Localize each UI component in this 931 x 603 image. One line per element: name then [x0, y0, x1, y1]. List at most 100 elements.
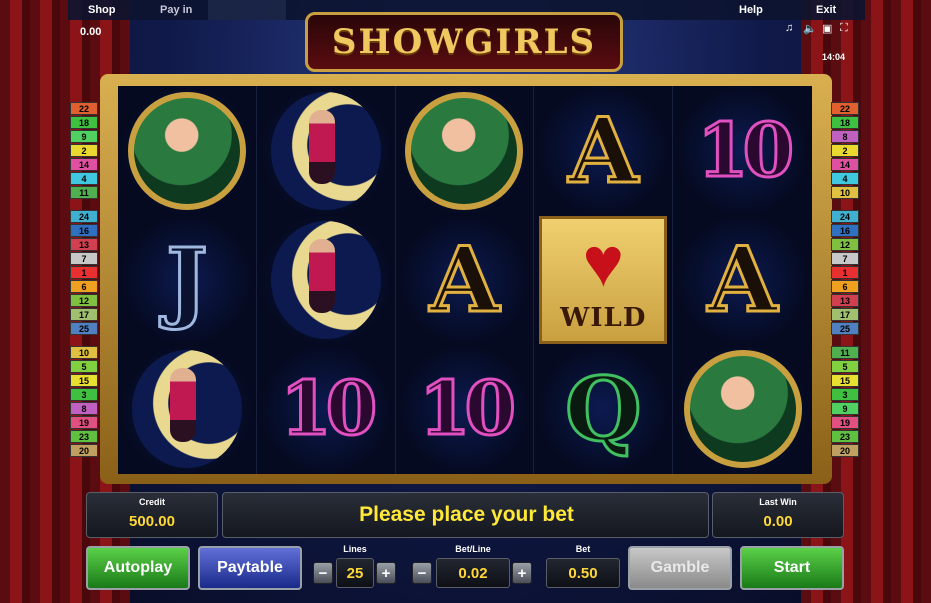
payline-badge: 18	[70, 116, 98, 129]
reel-cell	[673, 344, 812, 474]
symbol-a: A	[706, 225, 779, 334]
payline-badge: 3	[70, 388, 98, 401]
reel-cell	[118, 344, 257, 474]
payline-badge: 11	[70, 186, 98, 199]
reel-cell: A	[395, 215, 535, 345]
exit-button[interactable]: Exit	[816, 4, 836, 16]
betline-plus-button[interactable]: +	[512, 562, 532, 584]
symbol-q: Q	[563, 356, 643, 463]
symbol-a: A	[428, 225, 501, 334]
moon-girl-symbol	[270, 220, 381, 339]
help-button[interactable]: Help	[739, 4, 763, 16]
screen-icon[interactable]: ▣	[822, 22, 832, 35]
payline-badge: 17	[70, 308, 98, 321]
reel-cell	[118, 86, 257, 216]
moon-girl-symbol	[131, 350, 242, 469]
payline-badge: 9	[70, 130, 98, 143]
reel-cell: 10	[395, 344, 535, 474]
payline-badge: 6	[70, 280, 98, 293]
last-win-value: 0.00	[763, 513, 793, 530]
payline-indicators-right: 22 18 8 2 14 4 10 24 16 12 7 1 6 13 17 25 11 5 15 3 9 19 23 20	[831, 102, 859, 458]
reel-cell: A	[534, 86, 674, 216]
lines-minus-button[interactable]: −	[313, 562, 333, 584]
start-button[interactable]: Start	[740, 546, 844, 590]
reel-cell	[256, 215, 396, 345]
symbol-10: 10	[418, 365, 518, 454]
showgirl-medallion-symbol	[405, 91, 524, 210]
clock: 14:04	[822, 52, 846, 62]
payline-badge: 18	[831, 116, 859, 129]
reel-cell: 10	[673, 86, 812, 216]
credit-top-value: 0.00	[80, 26, 102, 38]
payline-badge: 23	[70, 430, 98, 443]
reel-cell: 10	[256, 344, 396, 474]
payline-badge: 1	[70, 266, 98, 279]
payline-badge: 22	[831, 102, 859, 115]
payline-badge: 10	[831, 186, 859, 199]
symbol-j: J	[165, 226, 210, 333]
payline-badge: 6	[831, 280, 859, 293]
bet-value: 0.50	[546, 558, 620, 588]
payline-badge: 10	[70, 346, 98, 359]
heart-icon: ♥	[582, 222, 625, 301]
payline-badge: 19	[70, 416, 98, 429]
payin-button[interactable]: Pay in	[160, 4, 192, 16]
reel-cell	[395, 86, 535, 216]
payline-badge: 5	[831, 360, 859, 373]
payline-badge: 13	[70, 238, 98, 251]
payline-badge: 8	[70, 402, 98, 415]
credit-value: 500.00	[129, 513, 175, 530]
payline-badge: 14	[70, 158, 98, 171]
reel-cell	[256, 86, 396, 216]
payline-badge: 25	[831, 322, 859, 335]
moon-girl-symbol	[270, 91, 381, 210]
payline-badge: 16	[831, 224, 859, 237]
payline-badge: 13	[831, 294, 859, 307]
payline-indicators-left: 22 18 9 2 14 4 11 24 16 13 7 1 6 12 17 25 10 5 15 3 8 19 23 20	[70, 102, 98, 458]
sound-icon[interactable]: 🔈	[803, 22, 817, 35]
symbol-10: 10	[696, 106, 796, 195]
payline-badge: 2	[831, 144, 859, 157]
reel-cell: Q	[534, 344, 674, 474]
payline-badge: 20	[831, 444, 859, 457]
betline-value: 0.02	[436, 558, 510, 588]
payin-tab-bg	[208, 0, 286, 20]
payline-badge: 12	[831, 238, 859, 251]
payline-badge: 17	[831, 308, 859, 321]
payline-badge: 14	[831, 158, 859, 171]
credit-label: Credit	[138, 497, 165, 507]
payline-badge: 4	[70, 172, 98, 185]
reel-grid: A 10 J A ♥ WILD A 10 10 Q	[118, 86, 812, 474]
lines-label: Lines	[343, 544, 367, 554]
betline-label: Bet/Line	[455, 544, 491, 554]
last-win-panel: Last Win 0.00	[712, 492, 844, 538]
payline-badge: 15	[70, 374, 98, 387]
music-icon[interactable]: ♫	[785, 22, 793, 34]
showgirl-medallion-symbol	[127, 91, 246, 210]
payline-badge: 1	[831, 266, 859, 279]
payline-badge: 8	[831, 130, 859, 143]
autoplay-button[interactable]: Autoplay	[86, 546, 190, 590]
payline-badge: 12	[70, 294, 98, 307]
payline-badge: 7	[831, 252, 859, 265]
payline-badge: 24	[831, 210, 859, 223]
game-logo: SHOWGIRLS	[305, 12, 623, 72]
betline-minus-button[interactable]: −	[412, 562, 432, 584]
lines-plus-button[interactable]: +	[376, 562, 396, 584]
paytable-button[interactable]: Paytable	[198, 546, 302, 590]
payline-badge: 2	[70, 144, 98, 157]
wild-label: WILD	[560, 302, 647, 333]
fullscreen-icon[interactable]: ⛶	[840, 22, 848, 35]
payline-badge: 22	[70, 102, 98, 115]
gamble-button[interactable]: Gamble	[628, 546, 732, 590]
payline-badge: 3	[831, 388, 859, 401]
payline-badge: 9	[831, 402, 859, 415]
shop-button[interactable]: Shop	[88, 4, 116, 16]
symbol-10: 10	[279, 365, 379, 454]
status-message: Please place your bet	[359, 503, 574, 526]
payline-badge: 11	[831, 346, 859, 359]
payline-badge: 7	[70, 252, 98, 265]
credit-panel: Credit 500.00	[86, 492, 218, 538]
payline-badge: 5	[70, 360, 98, 373]
payline-badge: 4	[831, 172, 859, 185]
